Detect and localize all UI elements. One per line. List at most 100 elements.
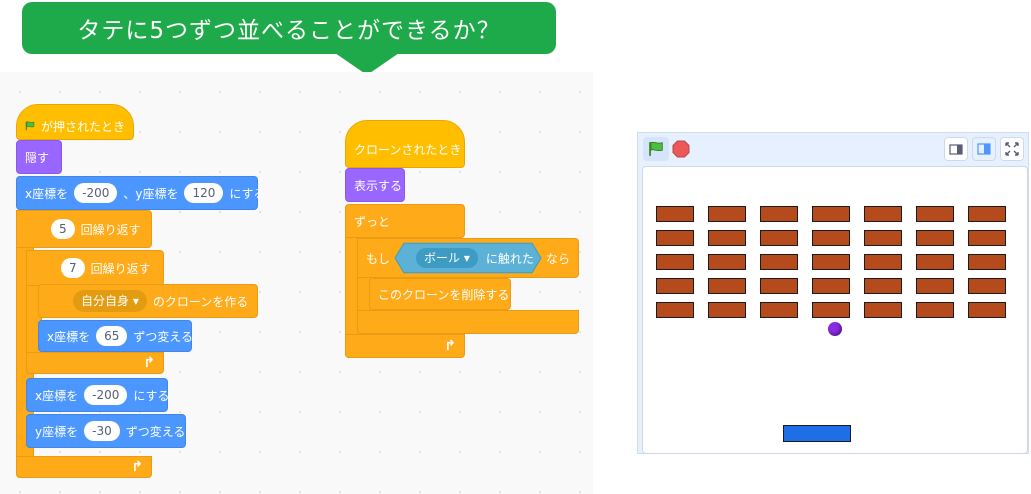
repeat-inner-footer: ↱	[26, 352, 164, 374]
if-label: もし	[366, 251, 391, 266]
fullscreen-icon	[1005, 142, 1019, 156]
brick-sprite[interactable]	[864, 302, 902, 318]
repeat-inner-count[interactable]: 7	[61, 258, 85, 278]
brick-sprite[interactable]	[916, 278, 954, 294]
change-y-input[interactable]: -30	[84, 421, 120, 441]
repeat-outer-block[interactable]: 5 回繰り返す	[16, 210, 152, 248]
brick-sprite[interactable]	[708, 230, 746, 246]
set-x-block[interactable]: x座標を -200 にする	[26, 378, 170, 412]
brick-sprite[interactable]	[968, 302, 1006, 318]
green-flag-button[interactable]	[643, 137, 669, 161]
change-x-input[interactable]: 65	[96, 326, 128, 346]
brick-sprite[interactable]	[760, 278, 798, 294]
hide-block[interactable]: 隠す	[16, 140, 62, 174]
hide-label: 隠す	[25, 150, 50, 165]
chevron-down-icon: ▾	[463, 251, 470, 265]
touching-label: に触れた	[485, 251, 534, 266]
repeat-outer-footer: ↱	[16, 456, 152, 478]
goto-suffix: にする	[229, 186, 266, 201]
forever-label: ずっと	[354, 214, 391, 229]
brick-sprite[interactable]	[864, 278, 902, 294]
brick-sprite[interactable]	[656, 230, 694, 246]
banner-text: タテに5つずつ並べることができるか？	[77, 18, 501, 44]
chevron-down-icon: ▾	[132, 294, 139, 308]
brick-sprite[interactable]	[708, 302, 746, 318]
brick-sprite[interactable]	[760, 230, 798, 246]
when-flag-clicked-block[interactable]: が押されたとき	[16, 104, 134, 140]
then-label: なら	[545, 251, 570, 266]
normal-stage-button[interactable]	[972, 137, 996, 161]
small-stage-button[interactable]	[944, 137, 968, 161]
change-y-suffix: ずつ変える	[125, 424, 186, 439]
forever-footer: ↱	[345, 334, 465, 358]
repeat-inner-label: 回繰り返す	[90, 261, 151, 276]
show-label: 表示する	[354, 178, 403, 193]
brick-sprite[interactable]	[760, 254, 798, 270]
brick-sprite[interactable]	[968, 230, 1006, 246]
hat-label: が押されたとき	[40, 119, 125, 134]
clone-hat-label: クローンされたとき	[354, 142, 462, 157]
touching-block[interactable]: ボール ▾ に触れた	[412, 248, 534, 268]
change-y-prefix: y座標を	[35, 424, 79, 439]
touch-target-dropdown[interactable]: ボール ▾	[416, 248, 478, 268]
set-x-suffix: にする	[133, 388, 170, 403]
small-stage-icon	[949, 144, 963, 155]
green-flag-icon	[649, 141, 663, 156]
brick-sprite[interactable]	[708, 206, 746, 222]
brick-sprite[interactable]	[812, 254, 850, 270]
change-x-block[interactable]: x座標を 65 ずつ変える	[38, 320, 194, 352]
loop-arrow-icon: ↱	[143, 355, 155, 371]
repeat-inner-block[interactable]: 7 回繰り返す	[26, 250, 164, 286]
brick-sprite[interactable]	[864, 254, 902, 270]
clone-target-label: 自分自身	[81, 294, 130, 308]
change-y-block[interactable]: y座標を -30 ずつ変える	[26, 414, 186, 448]
brick-sprite[interactable]	[812, 206, 850, 222]
create-clone-block[interactable]: 自分自身 ▾ のクローンを作る	[38, 284, 258, 318]
forever-block[interactable]: ずっと	[345, 204, 465, 238]
repeat-outer-label: 回繰り返す	[80, 222, 141, 237]
stop-button[interactable]	[672, 140, 690, 158]
change-x-prefix: x座標を	[47, 329, 91, 344]
brick-sprite[interactable]	[812, 302, 850, 318]
fullscreen-button[interactable]	[1000, 137, 1024, 161]
brick-sprite[interactable]	[968, 254, 1006, 270]
brick-sprite[interactable]	[656, 206, 694, 222]
stage-canvas[interactable]	[642, 166, 1028, 454]
brick-sprite[interactable]	[916, 230, 954, 246]
loop-arrow-icon: ↱	[444, 338, 456, 354]
paddle-sprite[interactable]	[783, 425, 851, 442]
brick-sprite[interactable]	[864, 206, 902, 222]
brick-sprite[interactable]	[916, 302, 954, 318]
when-clone-starts-block[interactable]: クローンされたとき	[345, 120, 465, 168]
ball-sprite[interactable]	[828, 322, 842, 336]
brick-sprite[interactable]	[916, 254, 954, 270]
brick-sprite[interactable]	[968, 206, 1006, 222]
create-clone-label: のクローンを作る	[152, 294, 249, 309]
brick-sprite[interactable]	[760, 206, 798, 222]
brick-sprite[interactable]	[916, 206, 954, 222]
change-x-suffix: ずつ変える	[133, 329, 194, 344]
delete-clone-block[interactable]: このクローンを削除する	[369, 278, 511, 310]
brick-sprite[interactable]	[656, 254, 694, 270]
clone-target-dropdown[interactable]: 自分自身 ▾	[73, 290, 147, 312]
brick-sprite[interactable]	[812, 230, 850, 246]
green-flag-icon	[25, 121, 35, 131]
show-block[interactable]: 表示する	[345, 168, 405, 202]
set-x-input[interactable]: -200	[84, 385, 128, 405]
goto-x-input[interactable]: -200	[74, 183, 118, 203]
loop-arrow-icon: ↱	[131, 459, 143, 475]
brick-sprite[interactable]	[968, 278, 1006, 294]
repeat-outer-count[interactable]: 5	[51, 219, 75, 239]
goto-x-prefix: x座標を	[25, 186, 69, 201]
brick-sprite[interactable]	[864, 230, 902, 246]
go-to-xy-block[interactable]: x座標を -200 、y座標を 120 にする	[16, 176, 265, 210]
brick-sprite[interactable]	[708, 254, 746, 270]
goto-y-input[interactable]: 120	[184, 183, 224, 203]
brick-sprite[interactable]	[812, 278, 850, 294]
brick-sprite[interactable]	[708, 278, 746, 294]
brick-sprite[interactable]	[656, 278, 694, 294]
brick-sprite[interactable]	[656, 302, 694, 318]
brick-sprite[interactable]	[760, 302, 798, 318]
touch-target-label: ボール	[424, 251, 461, 265]
set-x-prefix: x座標を	[35, 388, 79, 403]
